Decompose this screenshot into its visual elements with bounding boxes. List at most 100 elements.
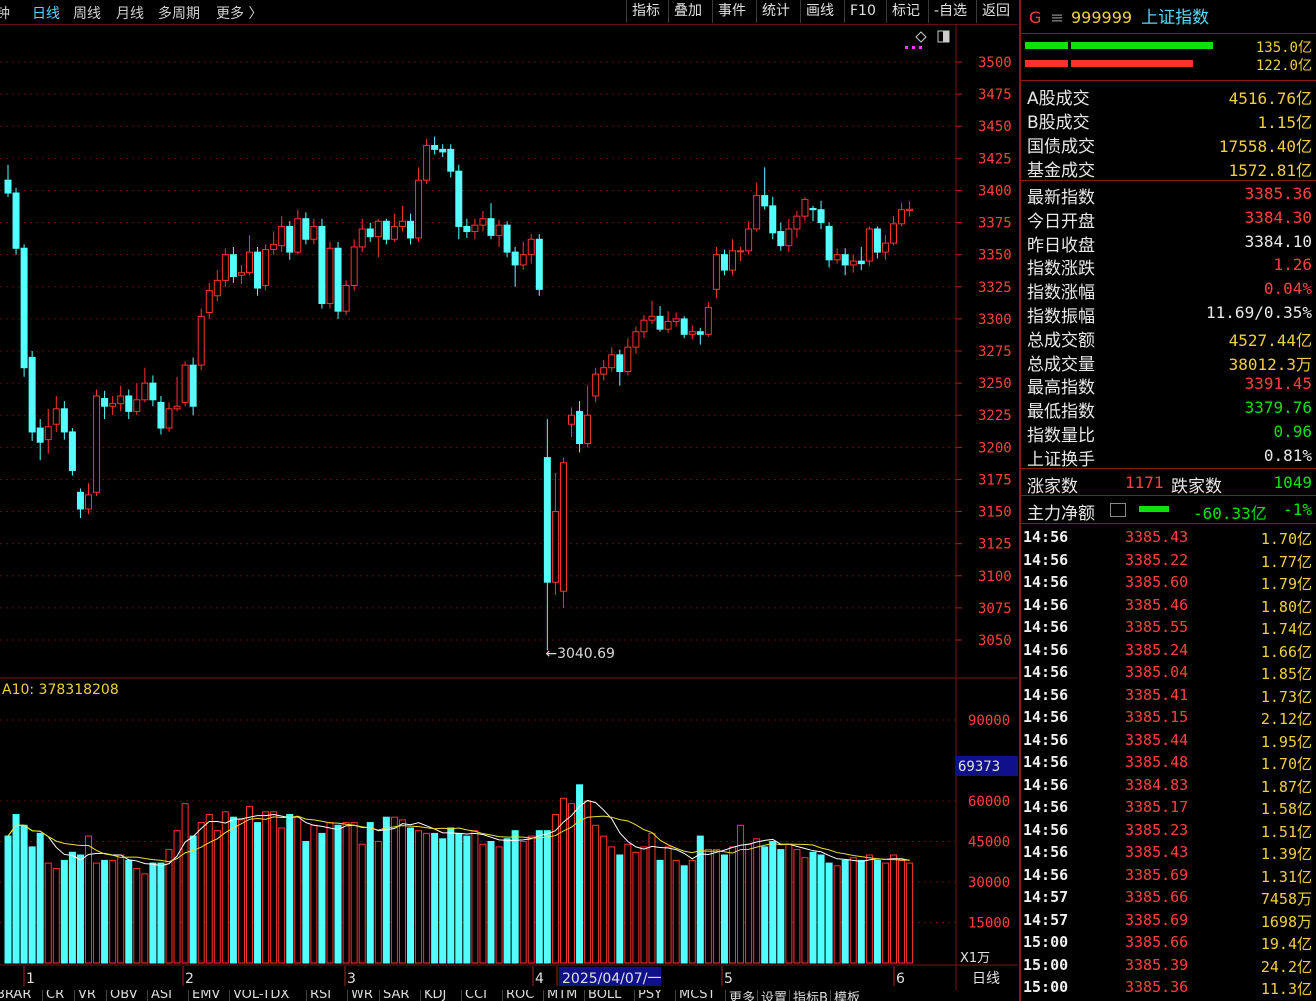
volume-bar	[825, 862, 833, 964]
candle	[906, 201, 914, 217]
candle	[559, 457, 567, 608]
candle	[592, 367, 600, 403]
tick-price: 3385.60	[1125, 573, 1189, 591]
indicator-tab-17[interactable]: 更多	[725, 990, 758, 1001]
indicator-tab-10[interactable]: KDJ	[420, 990, 449, 1001]
indicator-tab-0[interactable]: BRAR	[0, 990, 34, 1001]
volume-bar	[52, 868, 60, 964]
stat-label: 最低指数	[1027, 402, 1095, 423]
decline-label: 跌家数	[1171, 477, 1222, 497]
candle	[857, 246, 865, 271]
indicator-tab-9[interactable]: SAR	[379, 990, 412, 1001]
tick-price: 3385.04	[1125, 663, 1189, 681]
stat-value: 3379.76	[1244, 398, 1312, 418]
diamond-icon[interactable]	[915, 31, 927, 43]
candle-body	[640, 319, 648, 333]
prefix-badge: G	[1029, 8, 1042, 27]
volume-bar	[415, 830, 423, 964]
price-axis-label: 3425	[978, 151, 1012, 167]
candle	[672, 312, 680, 327]
indicator-tab-1[interactable]: CR	[42, 990, 67, 1001]
candle	[656, 306, 664, 332]
tick-row: 14:56 3385.23 1.51亿	[1021, 821, 1316, 843]
tick-price: 3385.55	[1125, 618, 1189, 636]
indicator-tab-20[interactable]: 模板	[830, 990, 863, 1001]
stat-label: 指数涨跌	[1027, 259, 1095, 280]
indicator-tab-6[interactable]: VOL-TDX	[229, 990, 292, 1001]
candle	[125, 389, 133, 420]
main-net-pct: -1%	[1283, 500, 1312, 519]
date-label: 3	[347, 971, 356, 987]
candle	[527, 234, 535, 264]
turnover-label: 国债成交	[1027, 137, 1095, 157]
volume-bar	[543, 830, 551, 964]
candle-body	[221, 254, 229, 281]
tick-row: 14:56 3385.46 1.80亿	[1021, 596, 1316, 618]
volume-bar	[133, 868, 141, 964]
candle-body	[801, 198, 809, 217]
candle-body	[278, 225, 286, 247]
candle-body	[761, 195, 769, 207]
candle-body	[656, 315, 664, 330]
volume-bar	[463, 835, 471, 964]
volume-bar	[559, 797, 567, 964]
candle-body	[511, 251, 519, 266]
tick-price: 3385.69	[1125, 865, 1189, 884]
tick-price: 3385.43	[1125, 528, 1189, 546]
indicator-tab-3[interactable]: OBV	[106, 990, 141, 1001]
candle-body	[141, 382, 149, 401]
indicator-tab-5[interactable]: EMV	[188, 990, 223, 1001]
indicator-tab-12[interactable]: ROC	[502, 990, 537, 1001]
indicator-tab-11[interactable]: CCI	[461, 990, 490, 1001]
volume-bar	[551, 814, 559, 964]
tick-time: 14:56	[1023, 573, 1069, 591]
tick-time: 14:56	[1023, 730, 1069, 749]
volume-bar	[881, 862, 889, 964]
tick-price: 3385.15	[1125, 708, 1189, 726]
tick-volume: 1.70亿	[1260, 530, 1312, 548]
volume-bar	[640, 846, 648, 964]
indicator-tab-16[interactable]: MCST	[675, 990, 719, 1001]
candle-body	[302, 218, 310, 240]
candle	[431, 136, 439, 155]
candle	[809, 205, 817, 222]
tick-time: 14:56	[1023, 820, 1069, 839]
candle	[898, 203, 906, 227]
candle	[479, 210, 487, 232]
quote-panel: G ≡ 999999 上证指数 135.0亿 122.0亿 A股成交 4516.76…	[1019, 0, 1316, 1001]
candle-body	[382, 220, 390, 240]
detail-icon[interactable]	[1110, 503, 1126, 517]
indicator-tab-19[interactable]: 指标B	[789, 990, 831, 1001]
candle-body	[712, 254, 720, 290]
candle	[543, 419, 551, 651]
turnover-value: 1.15亿	[1257, 113, 1312, 132]
candle-body	[270, 243, 278, 251]
candle	[648, 300, 656, 325]
kline-chart[interactable]: 3500347534503425340033753350332533003275…	[0, 0, 1018, 990]
candle	[382, 218, 390, 245]
volume-bar	[527, 835, 535, 964]
indicator-tab-13[interactable]: MTM	[543, 990, 580, 1001]
volume-bar	[503, 838, 511, 964]
indicator-tab-2[interactable]: VR	[74, 990, 99, 1001]
volume-bar	[423, 832, 431, 964]
candle-body	[809, 207, 817, 211]
tick-volume: 11.3亿	[1260, 980, 1312, 998]
indicator-tab-18[interactable]: 设置	[757, 990, 790, 1001]
indicator-tab-7[interactable]: RSI	[306, 990, 334, 1001]
indicator-tab-15[interactable]: PSY	[634, 990, 665, 1001]
indicator-tab-14[interactable]: BOLL	[584, 990, 624, 1001]
price-axis-label: 3075	[978, 601, 1012, 617]
volume-bar	[12, 814, 20, 964]
tick-price: 3385.23	[1125, 820, 1189, 839]
candle-body	[431, 144, 439, 150]
indicator-tab-8[interactable]: WR	[347, 990, 376, 1001]
price-axis-label: 3500	[978, 55, 1012, 71]
indicator-tab-4[interactable]: ASI	[147, 990, 175, 1001]
tick-row: 14:56 3384.83 1.87亿	[1021, 776, 1316, 798]
stock-name[interactable]: 上证指数	[1141, 8, 1209, 28]
candle-body	[503, 224, 511, 253]
volume-indicator-label: A10: 378318208	[2, 682, 119, 698]
candle-body	[857, 260, 865, 265]
candle-body	[358, 228, 366, 248]
